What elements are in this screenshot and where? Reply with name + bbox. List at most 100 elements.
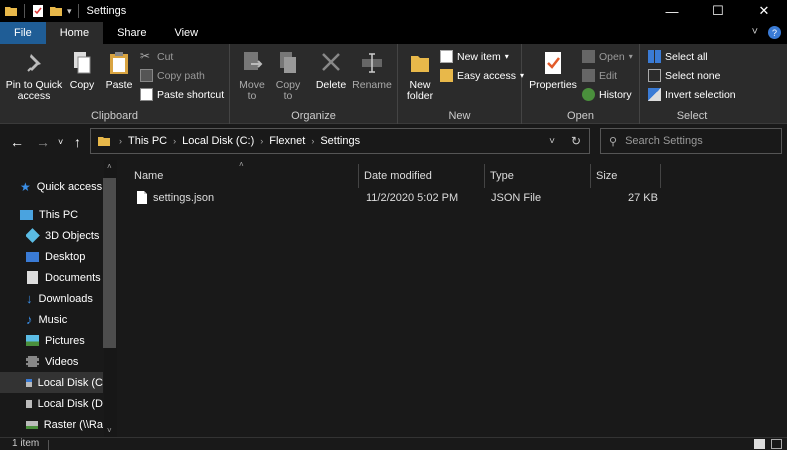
navigation-pane: ★ Quick access This PC 3D Objects Deskto… [0,160,117,437]
rename-label: Rename [352,79,392,91]
sidebar-item-pictures[interactable]: Pictures [26,330,85,351]
help-icon[interactable]: ? [768,26,781,39]
new-folder-icon[interactable] [49,4,63,18]
open-button[interactable]: Open ▾ [582,50,633,63]
table-row[interactable]: settings.json 11/2/2020 5:02 PM JSON Fil… [117,190,787,210]
sidebar-item-videos[interactable]: Videos [26,351,78,372]
sidebar-item-label: Videos [45,355,79,368]
sidebar-item-raster[interactable]: Raster (\\Ra [26,414,103,435]
sidebar-item-label: Downloads [38,292,93,305]
sidebar-item-3d-objects[interactable]: 3D Objects [26,225,99,246]
sidebar-item-label: Documents [45,271,101,284]
sidebar-item-quick-access[interactable]: ★ Quick access [20,176,102,197]
select-all-button[interactable]: Select all [648,50,708,63]
scroll-down-icon[interactable]: ˅ [107,426,112,435]
column-header-name[interactable]: Name [134,164,163,188]
address-dropdown-icon[interactable]: ˅ [549,136,555,147]
new-folder-icon [411,56,429,72]
close-button[interactable]: ✕ [741,0,787,22]
address-bar[interactable]: › This PC › Local Disk (C:) › Flexnet › … [90,128,590,154]
column-header-type[interactable]: Type [490,164,514,188]
paste-button[interactable]: Paste [102,50,136,91]
breadcrumb-settings[interactable]: Settings [320,135,360,147]
address-bar-row: ← → ˅ ↑ › This PC › Local Disk (C:) › Fl… [0,124,787,160]
drive-icon [26,399,32,408]
sidebar-item-music[interactable]: ♪ Music [26,309,67,330]
new-group: New folder New item ▾ Easy access ▾ New [398,44,524,124]
rename-button[interactable]: Rename [352,50,392,91]
file-icon [137,191,147,204]
edit-label: Edit [599,69,618,82]
forward-arrow-icon[interactable]: → [36,134,50,150]
back-arrow-icon[interactable]: ← [10,134,24,150]
maximize-button[interactable]: ☐ [695,0,741,22]
sidebar-item-label: Desktop [45,250,86,263]
details-view-icon[interactable] [754,439,765,449]
properties-button[interactable]: Properties [528,50,578,91]
up-arrow-icon[interactable]: ↑ [74,134,81,150]
copy-button[interactable]: Copy [66,50,98,91]
minimize-button[interactable]: — [649,0,695,22]
sidebar-item-local-disk-d[interactable]: Local Disk (D [26,393,103,414]
column-divider[interactable] [590,164,591,188]
column-divider[interactable] [660,164,661,188]
tab-view[interactable]: View [160,22,212,44]
sidebar-item-local-disk-c[interactable]: Local Disk (C [0,372,103,393]
sidebar-item-downloads[interactable]: ↓ Downloads [26,288,93,309]
delete-button[interactable]: Delete [314,50,348,91]
breadcrumb-flexnet[interactable]: Flexnet [269,135,305,147]
file-name[interactable]: settings.json [153,192,214,204]
cut-label: Cut [157,50,174,63]
sidebar-item-label: Quick access [36,180,103,193]
tab-file[interactable]: File [0,22,46,44]
chevron-down-icon[interactable]: ▾ [67,6,72,17]
sidebar-item-documents[interactable]: Documents [26,267,101,288]
cut-button[interactable]: ✂ Cut [140,50,173,63]
sidebar-item-this-pc[interactable]: This PC [20,204,78,225]
pin-to-quick-access-button[interactable]: Pin to Quick access [4,50,64,102]
column-header-date-modified[interactable]: Date modified [364,164,432,188]
column-divider[interactable] [484,164,485,188]
easy-access-button[interactable]: Easy access ▾ [440,69,524,82]
status-bar: 1 item [0,437,787,450]
chevron-right-icon: › [311,136,315,146]
easy-access-label: Easy access [457,69,516,82]
column-divider[interactable] [358,164,359,188]
properties-label: Properties [529,79,577,91]
cube-icon [26,228,40,243]
column-header-size[interactable]: Size [596,164,617,188]
paste-shortcut-button[interactable]: Paste shortcut [140,88,224,101]
paste-label: Paste [105,79,133,91]
tab-home[interactable]: Home [45,22,104,44]
properties-check-icon[interactable] [31,4,45,18]
refresh-icon[interactable]: ↻ [571,134,581,148]
breadcrumb-this-pc[interactable]: This PC [128,135,167,147]
breadcrumb-local-disk-c[interactable]: Local Disk (C:) [182,135,254,147]
scroll-up-icon[interactable]: ˄ [107,162,112,171]
divider [24,4,25,18]
copy-to-icon [280,52,296,73]
select-none-button[interactable]: Select none [648,69,720,82]
search-input[interactable]: ⚲ Search Settings [600,128,782,154]
sidebar-item-desktop[interactable]: Desktop [26,246,85,267]
move-to-button[interactable]: Move to [236,50,268,102]
edit-button[interactable]: Edit [582,69,617,82]
recent-locations-icon[interactable]: ˅ [58,137,63,147]
copy-path-button[interactable]: Copy path [140,69,205,82]
tab-share[interactable]: Share [103,22,160,44]
copy-to-button[interactable]: Copy to [272,50,304,102]
large-icons-view-icon[interactable] [771,439,782,449]
sidebar-scrollbar-thumb[interactable] [103,178,116,348]
sidebar-item-label: Local Disk (C [37,376,103,389]
folder-icon [98,137,110,146]
new-item-button[interactable]: New item ▾ [440,50,509,63]
videos-icon [26,356,39,367]
history-label: History [599,88,632,101]
search-placeholder: Search Settings [625,135,703,147]
new-folder-button[interactable]: New folder [404,50,436,102]
delete-x-icon [322,53,340,71]
history-button[interactable]: History [582,88,632,101]
new-group-label: New [448,110,471,122]
collapse-ribbon-icon[interactable]: ˅ [752,26,758,39]
invert-selection-button[interactable]: Invert selection [648,88,736,101]
